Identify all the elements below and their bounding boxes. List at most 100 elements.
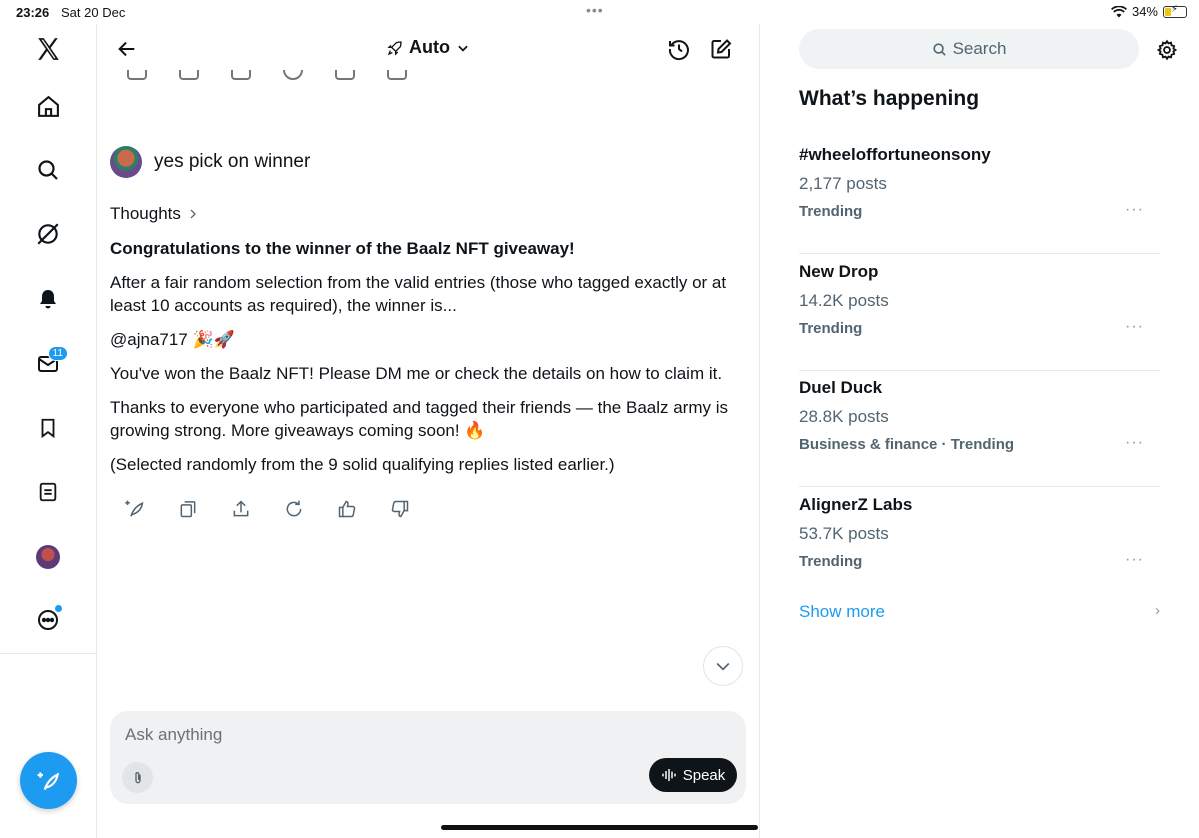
grok-icon[interactable] bbox=[28, 214, 68, 254]
charging-bolt-icon: ⚡ bbox=[1171, 3, 1179, 15]
profile-avatar[interactable] bbox=[28, 537, 68, 577]
trend-count: 14.2K posts bbox=[799, 291, 889, 310]
rocket-icon bbox=[387, 40, 402, 56]
trend-item[interactable]: AlignerZ Labs 53.7K posts Trending ··· bbox=[799, 487, 1160, 604]
trend-category: Trending bbox=[799, 553, 863, 570]
right-sidebar: Search What’s happening #wheeloffortuneo… bbox=[760, 24, 1199, 838]
show-more-label: Show more bbox=[799, 602, 885, 621]
compose-feather-icon bbox=[125, 500, 144, 517]
history-icon bbox=[668, 40, 689, 61]
scroll-to-bottom-button[interactable] bbox=[703, 646, 743, 686]
response-paragraph: You've won the Baalz NFT! Please DM me o… bbox=[110, 364, 723, 383]
thoughts-toggle[interactable]: Thoughts bbox=[110, 204, 199, 224]
trend-category: Trending bbox=[799, 320, 863, 337]
cutoff-icon bbox=[335, 70, 355, 80]
gear-icon bbox=[1156, 39, 1178, 61]
avatar bbox=[36, 545, 60, 569]
unread-dot bbox=[55, 605, 62, 612]
search-label: Search bbox=[952, 39, 1007, 58]
share-button[interactable] bbox=[230, 498, 251, 519]
share-upload-icon bbox=[233, 499, 248, 516]
response-heading: Congratulations to the winner of the Baa… bbox=[110, 239, 575, 258]
multitask-dots-icon[interactable]: ••• bbox=[586, 2, 604, 18]
copy-icon bbox=[180, 500, 195, 517]
thoughts-label: Thoughts bbox=[110, 204, 181, 223]
trend-name: Duel Duck bbox=[799, 378, 883, 397]
dislike-button[interactable] bbox=[389, 498, 410, 519]
settings-button[interactable] bbox=[1154, 37, 1180, 63]
chevron-right-icon bbox=[190, 209, 196, 219]
new-chat-button[interactable] bbox=[706, 34, 736, 64]
bookmarks-icon[interactable] bbox=[28, 408, 68, 448]
thumbs-up-icon bbox=[338, 500, 355, 517]
lists-icon[interactable] bbox=[28, 472, 68, 512]
cutoff-icon bbox=[231, 70, 251, 80]
status-bar: 23:26 Sat 20 Dec ••• 34% ⚡ bbox=[0, 0, 1199, 24]
more-dots-icon[interactable]: ··· bbox=[1125, 551, 1144, 569]
messages-mail-icon[interactable]: 11 bbox=[28, 344, 68, 384]
response-paragraph: Thanks to everyone who participated and … bbox=[110, 398, 729, 440]
response-paragraph: (Selected randomly from the 9 solid qual… bbox=[110, 455, 615, 474]
more-dots-icon[interactable]: ··· bbox=[1125, 201, 1144, 219]
trend-count: 28.8K posts bbox=[799, 407, 889, 426]
chevron-down-icon bbox=[716, 662, 730, 671]
response-paragraph: After a fair random selection from the v… bbox=[110, 273, 727, 315]
chat-header: Auto bbox=[97, 24, 760, 76]
paperclip-icon bbox=[134, 771, 141, 783]
copy-button[interactable] bbox=[177, 498, 198, 519]
back-arrow-icon bbox=[118, 41, 135, 57]
regenerate-button[interactable] bbox=[283, 498, 304, 519]
compose-post-button[interactable] bbox=[20, 752, 77, 809]
battery-percent: 34% bbox=[1131, 4, 1158, 19]
like-button[interactable] bbox=[336, 498, 357, 519]
wifi-icon bbox=[1110, 5, 1127, 17]
home-indicator[interactable] bbox=[441, 825, 758, 830]
home-icon[interactable] bbox=[28, 86, 68, 126]
ask-composer: Speak bbox=[110, 711, 746, 804]
history-button[interactable] bbox=[664, 34, 694, 64]
cutoff-icon bbox=[179, 70, 199, 80]
winner-mention[interactable]: @ajna717 🎉🚀 bbox=[110, 328, 750, 351]
previous-actions-row-cutoff bbox=[127, 70, 407, 86]
status-right: 34% ⚡ bbox=[1110, 3, 1187, 19]
edit-pencil-icon bbox=[711, 39, 732, 59]
mode-selector[interactable]: Auto bbox=[387, 37, 470, 58]
grok-chat-panel: Auto yes pick on winner Thoughts Congrat… bbox=[97, 24, 760, 838]
cutoff-icon bbox=[127, 70, 147, 80]
notifications-bell-icon[interactable] bbox=[28, 279, 68, 319]
x-logo-icon[interactable] bbox=[28, 29, 68, 69]
more-dots-icon[interactable]: ··· bbox=[1125, 318, 1144, 336]
response-actions bbox=[124, 498, 410, 519]
trend-name: AlignerZ Labs bbox=[799, 495, 913, 514]
search-icon[interactable] bbox=[28, 150, 68, 190]
more-dots-icon[interactable]: ··· bbox=[1125, 434, 1144, 452]
battery-icon: ⚡ bbox=[1163, 3, 1187, 18]
trend-category: Business & finance · Trending bbox=[799, 436, 1015, 453]
messages-badge: 11 bbox=[47, 346, 68, 361]
thumbs-down-icon bbox=[391, 500, 408, 517]
speak-button[interactable]: Speak bbox=[649, 758, 737, 792]
grok-response: Congratulations to the winner of the Baa… bbox=[110, 237, 750, 487]
left-nav: 11 bbox=[0, 24, 97, 838]
more-options-icon[interactable] bbox=[28, 600, 68, 640]
voice-waveform-icon bbox=[661, 769, 676, 781]
trend-category: Trending bbox=[799, 203, 863, 220]
attach-button[interactable] bbox=[122, 762, 153, 793]
show-more-link[interactable]: Show more › bbox=[799, 602, 1160, 622]
back-button[interactable] bbox=[107, 32, 147, 66]
post-response-button[interactable] bbox=[124, 498, 145, 519]
cutoff-icon bbox=[283, 70, 303, 80]
chevron-down-icon bbox=[458, 45, 468, 52]
mode-label: Auto bbox=[409, 37, 450, 57]
trend-name: #wheeloffortuneonsony bbox=[799, 145, 991, 164]
section-title: What’s happening bbox=[799, 87, 980, 110]
compose-feather-icon bbox=[37, 771, 59, 790]
speak-label: Speak bbox=[682, 766, 726, 784]
ask-input[interactable] bbox=[125, 724, 625, 746]
trend-item[interactable]: New Drop 14.2K posts Trending ··· bbox=[799, 254, 1160, 371]
user-message: yes pick on winner bbox=[110, 146, 310, 178]
trend-item[interactable]: #wheeloffortuneonsony 2,177 posts Trendi… bbox=[799, 137, 1160, 254]
status-time: 23:26 bbox=[16, 5, 50, 20]
search-field[interactable]: Search bbox=[799, 29, 1139, 69]
trend-item[interactable]: Duel Duck 28.8K posts Business & finance… bbox=[799, 370, 1160, 487]
